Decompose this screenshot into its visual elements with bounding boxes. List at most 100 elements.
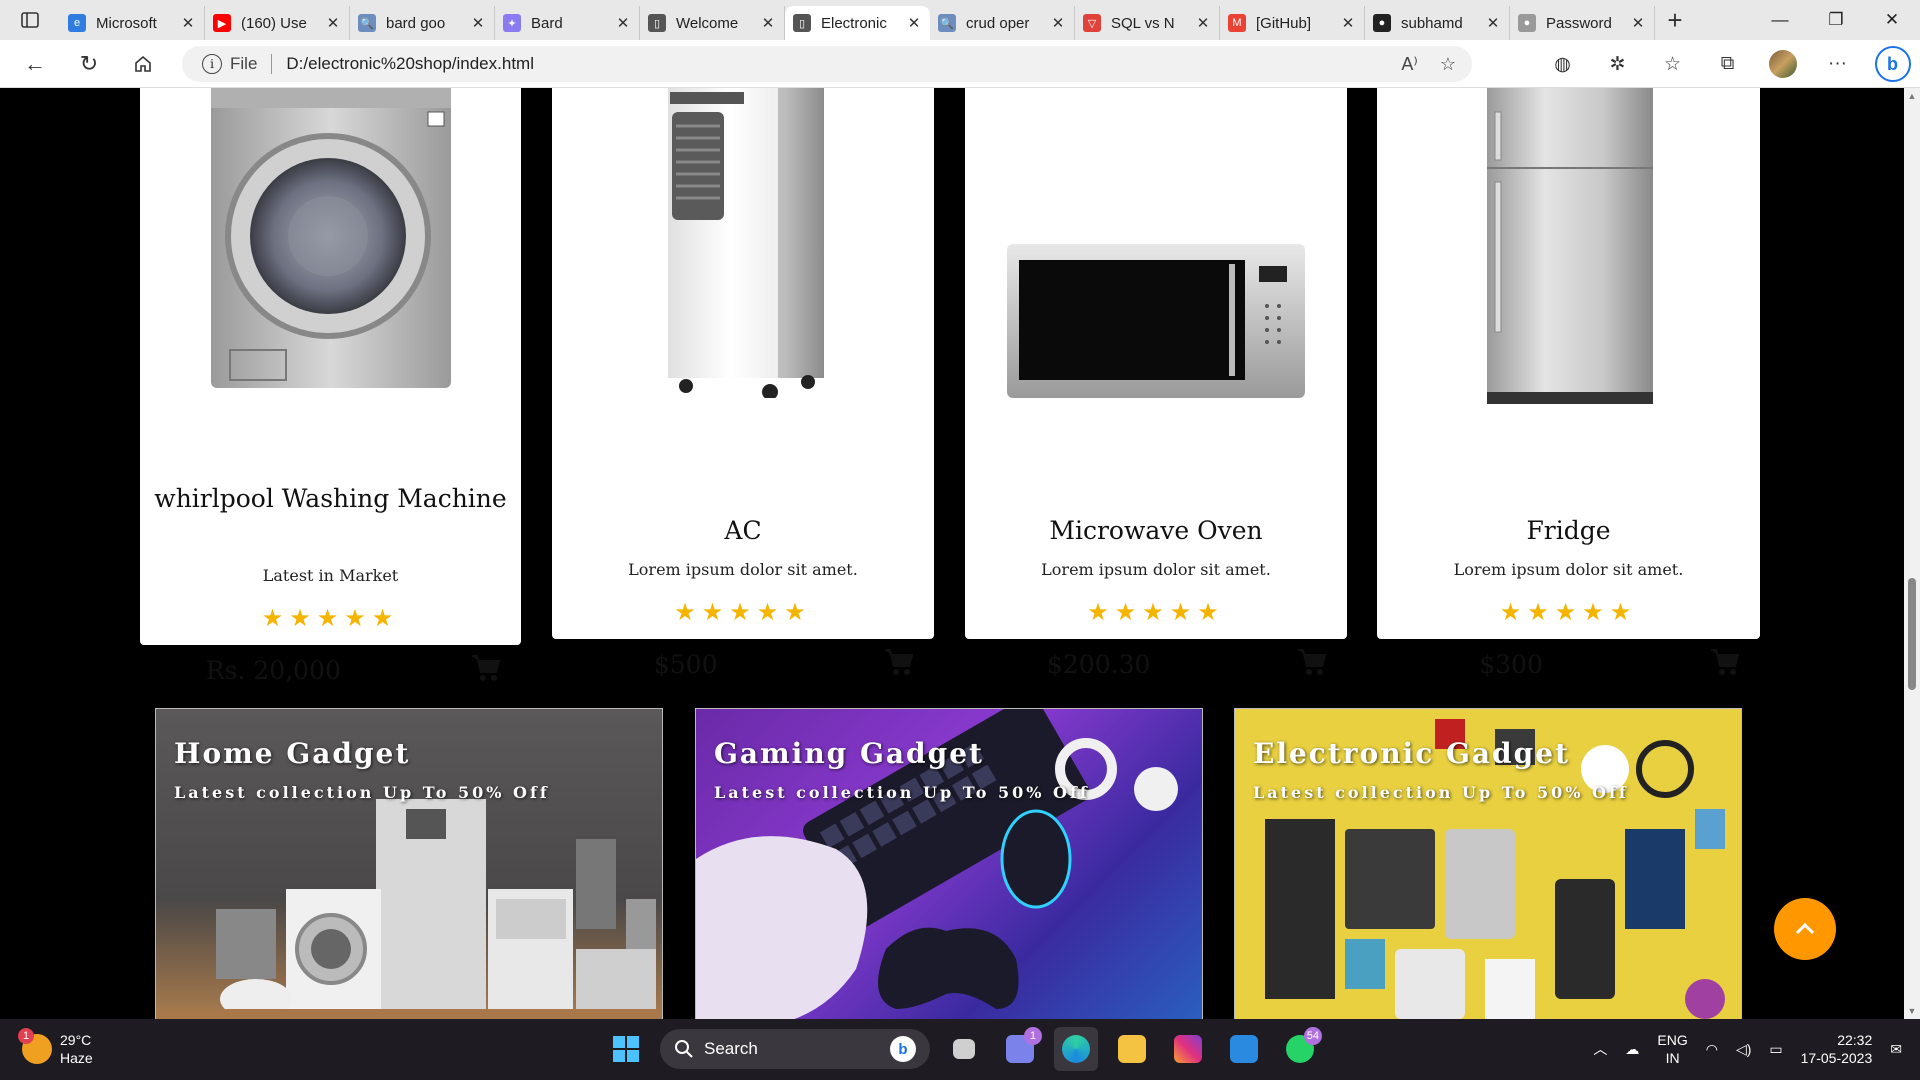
restore-button[interactable]: ❐ [1808, 0, 1864, 40]
browser-tab[interactable]: ▯ Electronic ✕ [785, 6, 930, 40]
browser-tab[interactable]: 🔍 bard goo ✕ [350, 6, 495, 40]
product-name: Microwave Oven [1049, 516, 1263, 545]
tab-close-icon[interactable]: ✕ [470, 14, 486, 32]
edge-app[interactable] [1054, 1027, 1098, 1071]
product-card[interactable]: Microwave Oven Lorem ipsum dolor sit ame… [965, 88, 1347, 679]
product-rating-stars: ★★★★★ [1499, 599, 1638, 626]
browser-tab[interactable]: ▯ Welcome ✕ [640, 6, 785, 40]
tab-close-icon[interactable]: ✕ [615, 14, 631, 32]
browser-tab[interactable]: ● Password ✕ [1510, 6, 1655, 40]
banner-subtitle: Latest collection Up To 50% Off [174, 783, 550, 802]
browser-tab[interactable]: ▶ (160) Use ✕ [205, 6, 350, 40]
tab-close-icon[interactable]: ✕ [1485, 14, 1501, 32]
tab-close-icon[interactable]: ✕ [1340, 14, 1356, 32]
product-price: $200.30 [1047, 650, 1151, 679]
protocol-label: File [230, 54, 258, 73]
tab-close-icon[interactable]: ✕ [760, 14, 776, 32]
gaming-gadget-banner[interactable]: Gaming Gadget Latest collection Up To 50… [695, 708, 1203, 1019]
tab-actions-button[interactable] [0, 0, 60, 40]
electronic-gadget-banner[interactable]: Electronic Gadget Latest collection Up T… [1234, 708, 1742, 1019]
product-rating-stars: ★★★★★ [674, 599, 812, 626]
whatsapp-app[interactable]: 54 [1278, 1027, 1322, 1071]
tab-close-icon[interactable]: ✕ [325, 14, 341, 32]
add-to-cart-icon[interactable] [1297, 648, 1327, 676]
browser-tab[interactable]: ▽ SQL vs N ✕ [1075, 6, 1220, 40]
profile-avatar[interactable] [1755, 50, 1810, 78]
start-button[interactable] [604, 1027, 648, 1071]
home-button[interactable] [116, 40, 170, 88]
add-to-cart-icon[interactable] [471, 654, 501, 682]
extensions-icon[interactable]: ✲ [1590, 53, 1645, 76]
address-actions: A⁾ ☆ [1401, 54, 1456, 75]
weather-widget[interactable]: 1 29°C Haze [18, 1028, 93, 1067]
bing-icon: b [890, 1036, 916, 1062]
browser-tab[interactable]: ● subhamd ✕ [1365, 6, 1510, 40]
taskbar-search[interactable]: Search b [660, 1029, 930, 1069]
banner-title: Home Gadget [174, 737, 411, 770]
refresh-button[interactable]: ↻ [62, 40, 116, 88]
browser-tab[interactable]: ✦ Bard ✕ [495, 6, 640, 40]
browser-tab[interactable]: M [GitHub] ✕ [1220, 6, 1365, 40]
tab-close-icon[interactable]: ✕ [1195, 14, 1211, 32]
tracking-icon[interactable]: ◍ [1535, 53, 1590, 76]
wifi-icon[interactable]: ◠ [1706, 1041, 1718, 1058]
instagram-app[interactable] [1166, 1027, 1210, 1071]
add-favorite-icon[interactable]: ☆ [1440, 54, 1456, 75]
back-button[interactable]: ← [8, 40, 62, 88]
browser-tab[interactable]: 🔍 crud oper ✕ [930, 6, 1075, 40]
scroll-up-arrow[interactable]: ▲ [1904, 88, 1920, 104]
address-bar[interactable]: i File D:/electronic%20shop/index.html A… [182, 46, 1472, 82]
mail-app[interactable] [1222, 1027, 1266, 1071]
more-menu-icon[interactable]: ··· [1810, 53, 1865, 75]
product-rating-stars: ★★★★★ [261, 605, 400, 632]
show-hidden-icons[interactable]: ︿ [1593, 1039, 1607, 1059]
close-window-button[interactable]: ✕ [1864, 0, 1920, 40]
favorites-icon[interactable]: ☆ [1645, 53, 1700, 76]
back-to-top-button[interactable] [1774, 898, 1836, 960]
product-description: Lorem ipsum dolor sit amet. [1453, 560, 1684, 579]
language-indicator[interactable]: ENG IN [1657, 1031, 1687, 1067]
network-warning-icon[interactable]: ☁ [1625, 1041, 1639, 1058]
browser-toolbar: ← ↻ i File D:/electronic%20shop/index.ht… [0, 40, 1920, 88]
add-to-cart-icon[interactable] [1710, 648, 1740, 676]
scrollbar-thumb[interactable] [1908, 578, 1916, 690]
collections-icon[interactable]: ⧉ [1700, 53, 1755, 75]
home-gadget-banner[interactable]: Home Gadget Latest collection Up To 50% … [155, 708, 663, 1019]
product-card[interactable]: Fridge Lorem ipsum dolor sit amet. ★★★★★… [1377, 88, 1760, 679]
page-scrollbar[interactable]: ▲ ▼ [1904, 88, 1920, 1019]
add-to-cart-icon[interactable] [884, 648, 914, 676]
tab-strip: e Microsoft ✕ ▶ (160) Use ✕ 🔍 bard goo ✕ ✦ Bard ✕ ▯ W… [60, 0, 1655, 40]
product-price: $500 [653, 650, 718, 679]
tab-favicon-icon: ▽ [1083, 14, 1101, 32]
banner-subtitle: Latest collection Up To 50% Off [714, 783, 1090, 802]
new-tab-button[interactable]: + [1655, 3, 1695, 37]
product-price: $300 [1479, 650, 1543, 679]
notifications-icon[interactable]: ✉ [1890, 1041, 1902, 1058]
scroll-down-arrow[interactable]: ▼ [1904, 1003, 1920, 1019]
site-info-icon[interactable]: i [202, 54, 222, 74]
task-view-button[interactable] [942, 1027, 986, 1071]
browser-tab[interactable]: e Microsoft ✕ [60, 6, 205, 40]
teams-chat-button[interactable]: 1 [998, 1027, 1042, 1071]
tab-close-icon[interactable]: ✕ [180, 14, 196, 32]
tab-close-icon[interactable]: ✕ [906, 14, 922, 32]
clock[interactable]: 22:32 17-05-2023 [1801, 1031, 1873, 1067]
product-card[interactable]: AC Lorem ipsum dolor sit amet. ★★★★★ $50… [552, 88, 934, 679]
air-cooler-image [668, 88, 824, 398]
battery-icon[interactable]: ▭ [1769, 1041, 1782, 1058]
clock-time: 22:32 [1837, 1032, 1873, 1048]
clock-date: 17-05-2023 [1800, 1050, 1873, 1066]
minimize-button[interactable]: — [1752, 0, 1808, 40]
tab-favicon-icon: ● [1373, 14, 1391, 32]
tab-close-icon[interactable]: ✕ [1050, 14, 1066, 32]
product-card[interactable]: whirlpool Washing Machine Latest in Mark… [140, 88, 521, 685]
volume-icon[interactable]: ◁) [1736, 1041, 1751, 1058]
tab-close-icon[interactable]: ✕ [1630, 14, 1646, 32]
washing-machine-image [211, 88, 451, 388]
tab-favicon-icon: 🔍 [938, 14, 956, 32]
bing-chat-button[interactable]: b [1865, 46, 1920, 82]
tab-favicon-icon: M [1228, 14, 1246, 32]
url-text[interactable]: D:/electronic%20shop/index.html [286, 54, 534, 74]
read-aloud-icon[interactable]: A⁾ [1401, 54, 1417, 75]
file-explorer-app[interactable] [1110, 1027, 1154, 1071]
